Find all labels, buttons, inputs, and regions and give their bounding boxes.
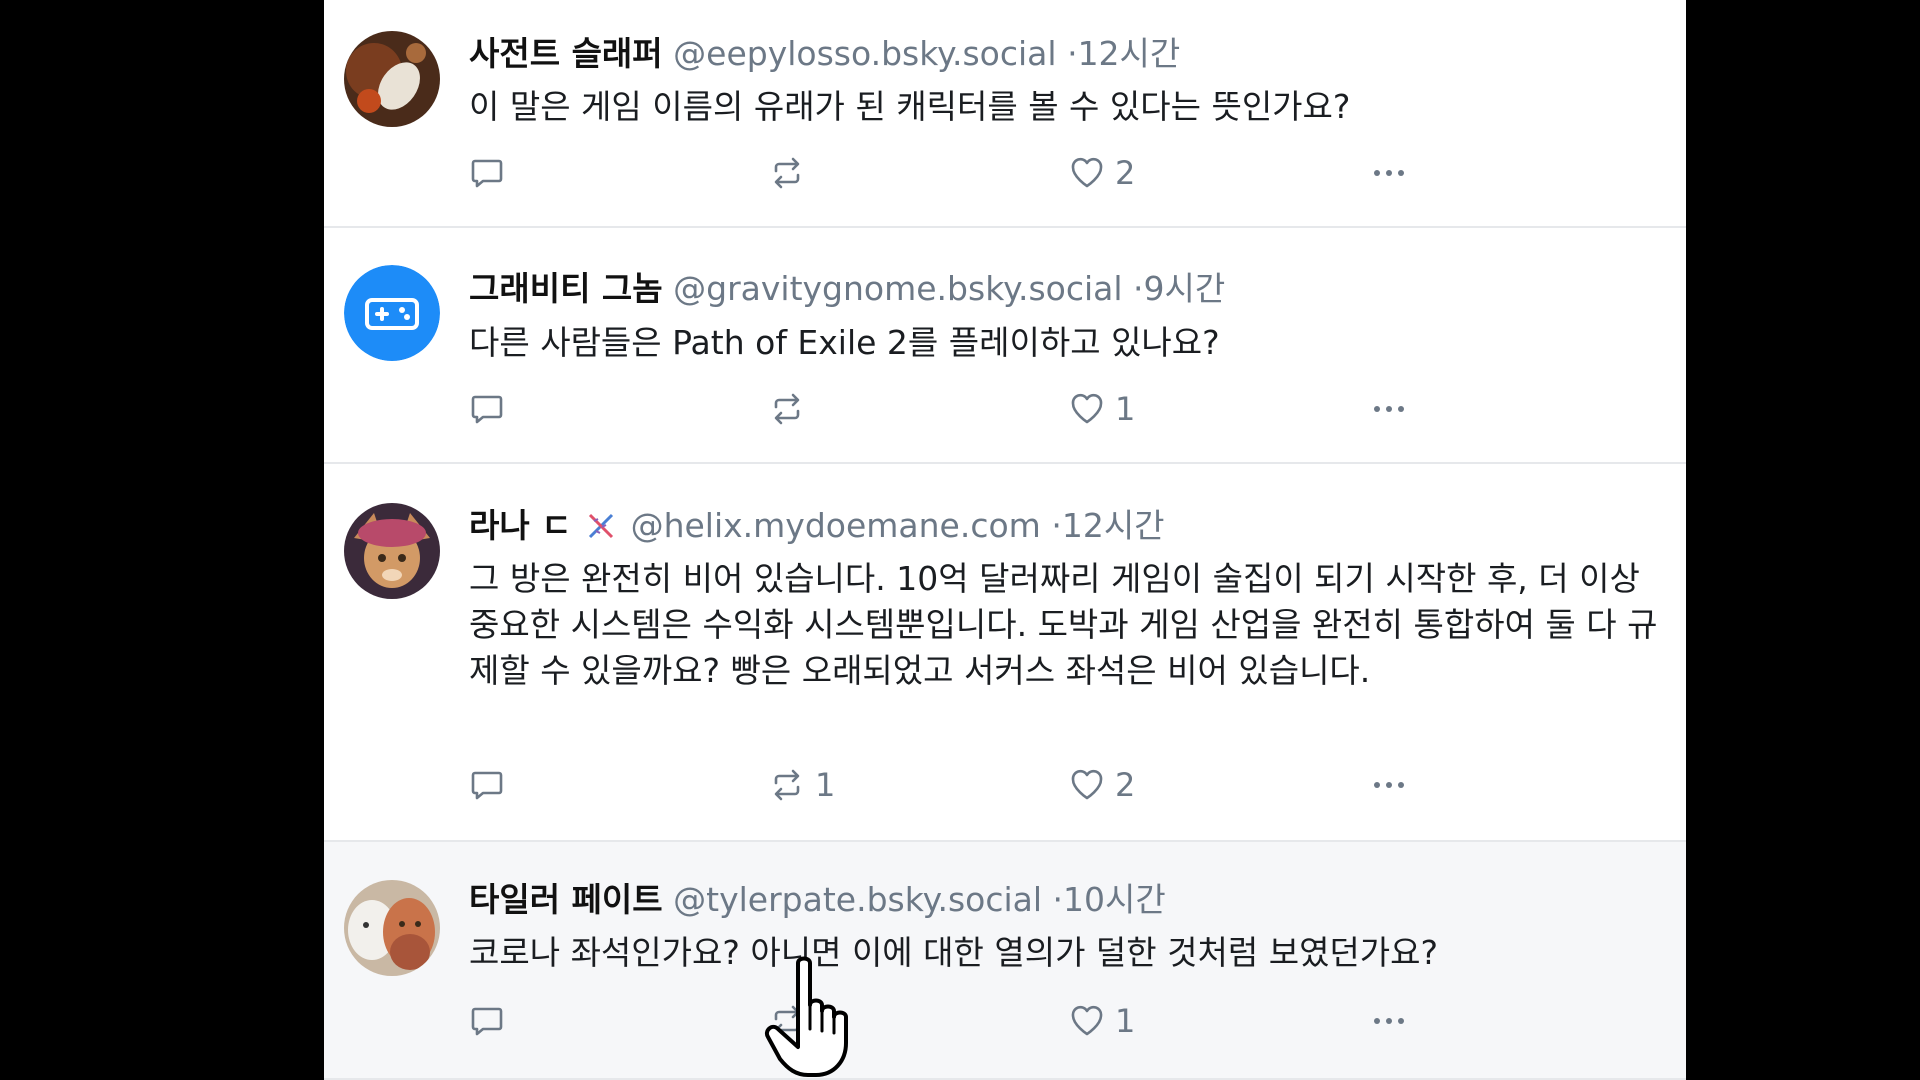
author-name[interactable]: 라나 ㄷ: [469, 506, 572, 545]
author-handle[interactable]: @helix.mydoemane.com: [631, 506, 1041, 545]
post-time[interactable]: 12시간: [1078, 34, 1181, 73]
feed-post[interactable]: 그래비티 그놈 @gravitygnome.bsky.social ·9시간 다…: [324, 228, 1686, 464]
feed-post[interactable]: 사전트 슬래퍼 @eepylosso.bsky.social ·12시간 이 말…: [324, 0, 1686, 228]
post-time[interactable]: 10시간: [1063, 880, 1166, 919]
like-count: 2: [1115, 154, 1136, 192]
reply-button[interactable]: [469, 385, 515, 433]
author-handle[interactable]: @tylerpate.bsky.social: [673, 880, 1042, 919]
gamepad-icon: [344, 265, 440, 361]
hand-cursor-icon: [765, 956, 848, 1077]
ellipsis-icon: [1374, 782, 1404, 788]
more-options-button[interactable]: [1369, 761, 1409, 809]
photo-avatar-icon: [344, 503, 440, 599]
feed-post[interactable]: 라나 ㄷ @helix.mydoemane.com ·12시간 그 방은 완전히…: [324, 464, 1686, 842]
reply-icon: [471, 159, 503, 188]
heart-icon: [1071, 1005, 1103, 1036]
more-options-button[interactable]: [1369, 997, 1409, 1045]
ellipsis-icon: [1374, 406, 1404, 412]
like-count: 1: [1115, 1002, 1136, 1040]
more-options-button[interactable]: [1369, 385, 1409, 433]
post-header: 그래비티 그놈 @gravitygnome.bsky.social ·9시간: [469, 267, 1225, 311]
separator-dot: ·: [1133, 269, 1144, 308]
reply-icon: [471, 1007, 503, 1036]
photo-avatar-icon: [344, 31, 440, 127]
heart-icon: [1071, 157, 1103, 188]
ellipsis-icon: [1374, 1018, 1404, 1024]
repost-button[interactable]: [769, 149, 815, 197]
separator-dot: ·: [1051, 506, 1062, 545]
avatar[interactable]: [344, 31, 440, 127]
post-actions: 1: [469, 997, 1509, 1045]
more-options-button[interactable]: [1369, 149, 1409, 197]
reply-icon: [471, 395, 503, 424]
post-time[interactable]: 12시간: [1062, 506, 1165, 545]
reply-button[interactable]: [469, 761, 515, 809]
dna-icon: [589, 513, 614, 539]
author-handle[interactable]: @eepylosso.bsky.social: [673, 34, 1056, 73]
post-text: 코로나 좌석인가요? 아니면 이에 대한 열의가 덜한 것처럼 보였던가요?: [469, 933, 1439, 972]
photo-avatar-icon: [344, 880, 440, 976]
post-header: 라나 ㄷ @helix.mydoemane.com ·12시간: [469, 504, 1165, 548]
post-actions: 1 2: [469, 761, 1509, 809]
like-button[interactable]: 1: [1069, 997, 1135, 1045]
heart-icon: [1071, 769, 1103, 800]
like-button[interactable]: 2: [1069, 761, 1135, 809]
post-time[interactable]: 9시간: [1144, 269, 1226, 308]
like-count: 1: [1115, 390, 1136, 428]
avatar[interactable]: [344, 880, 440, 976]
repost-icon: [774, 157, 800, 189]
avatar[interactable]: [344, 265, 440, 361]
like-button[interactable]: 2: [1069, 149, 1135, 197]
avatar[interactable]: [344, 503, 440, 599]
post-header: 사전트 슬래퍼 @eepylosso.bsky.social ·12시간: [469, 32, 1180, 76]
reply-button[interactable]: [469, 149, 515, 197]
separator-dot: ·: [1067, 34, 1078, 73]
repost-icon: [774, 393, 800, 425]
author-name[interactable]: 사전트 슬래퍼: [469, 34, 663, 73]
post-text: 그 방은 완전히 비어 있습니다. 10억 달러짜리 게임이 술집이 되기 시작…: [469, 559, 1658, 690]
post-actions: 2: [469, 149, 1509, 197]
author-name[interactable]: 타일러 페이트: [469, 880, 663, 919]
heart-icon: [1071, 393, 1103, 424]
ellipsis-icon: [1374, 170, 1404, 176]
repost-button[interactable]: 1: [769, 761, 835, 809]
author-handle[interactable]: @gravitygnome.bsky.social: [673, 269, 1122, 308]
post-text: 이 말은 게임 이름의 유래가 된 캐릭터를 볼 수 있다는 뜻인가요?: [469, 87, 1351, 126]
post-header: 타일러 페이트 @tylerpate.bsky.social ·10시간: [469, 878, 1166, 922]
reply-icon: [471, 771, 503, 800]
like-button[interactable]: 1: [1069, 385, 1135, 433]
feed-post[interactable]: 타일러 페이트 @tylerpate.bsky.social ·10시간 코로나…: [324, 842, 1686, 1080]
repost-count: 1: [815, 766, 836, 804]
author-name[interactable]: 그래비티 그놈: [469, 269, 663, 308]
post-feed: 사전트 슬래퍼 @eepylosso.bsky.social ·12시간 이 말…: [324, 0, 1686, 1080]
like-count: 2: [1115, 766, 1136, 804]
post-text: 다른 사람들은 Path of Exile 2를 플레이하고 있나요?: [469, 323, 1220, 362]
reply-button[interactable]: [469, 997, 515, 1045]
repost-button[interactable]: [769, 385, 815, 433]
post-actions: 1: [469, 385, 1509, 433]
repost-icon: [774, 769, 800, 801]
separator-dot: ·: [1052, 880, 1064, 919]
